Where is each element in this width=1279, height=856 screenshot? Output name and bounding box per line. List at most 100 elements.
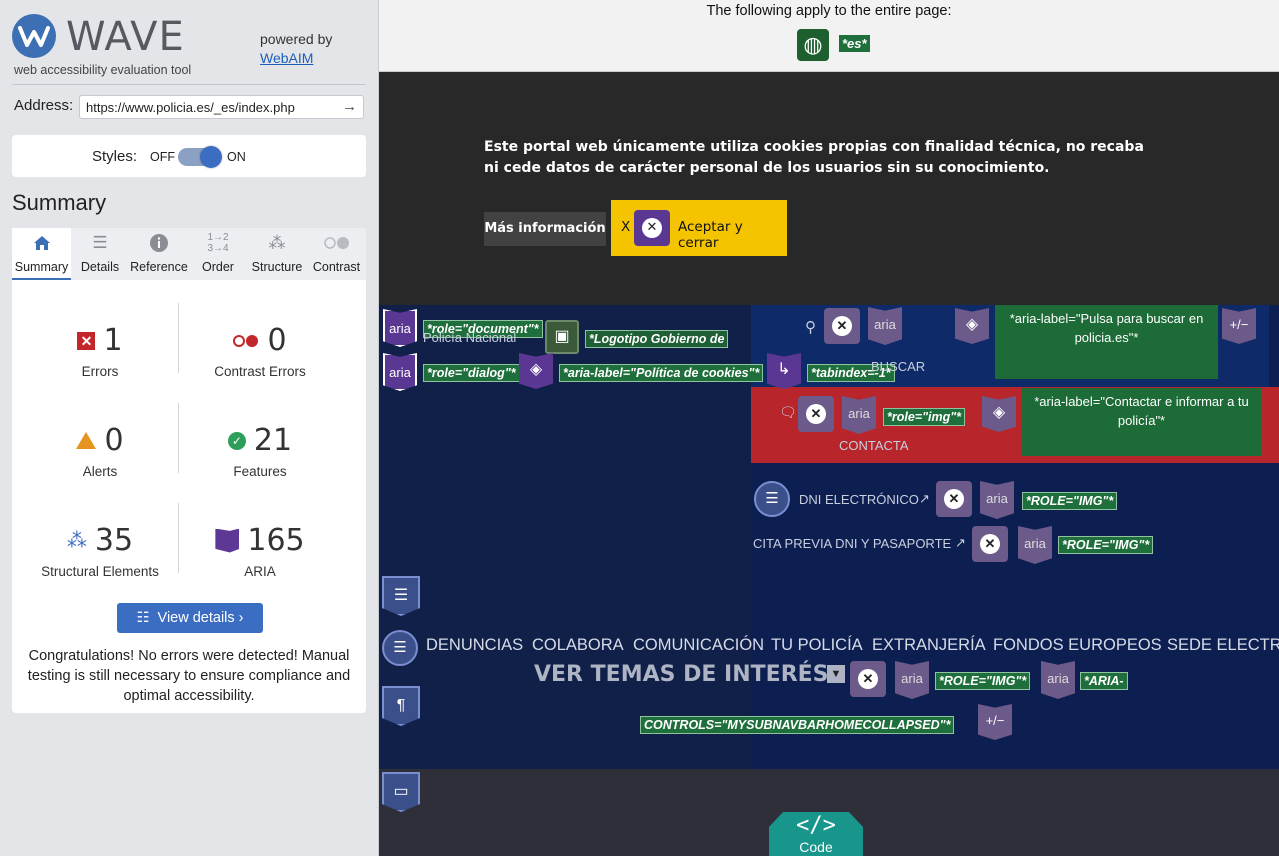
stat-structural[interactable]: ⁂ 35 Structural Elements	[20, 523, 180, 579]
contrast-errors-label: Contrast Errors	[214, 364, 306, 379]
image-icon[interactable]: ▣	[545, 320, 579, 354]
tab-reference[interactable]: Reference	[129, 228, 189, 280]
tabindex-arrow-icon[interactable]: ↳	[767, 353, 801, 389]
styles-label: Styles:	[92, 148, 138, 165]
address-label: Address:	[14, 97, 74, 114]
globe-icon[interactable]: ◍	[797, 29, 829, 61]
stat-aria[interactable]: 165 ARIA	[180, 523, 340, 579]
logo-alt-tag: *Logotipo Gobierno de	[585, 330, 729, 348]
code-toggle-button[interactable]: </> Code	[769, 812, 863, 856]
nav-tu-policia[interactable]: TU POLICÍA	[771, 636, 863, 655]
nav-denuncias[interactable]: DENUNCIAS	[426, 636, 523, 655]
aria-badge[interactable]: aria	[868, 307, 902, 345]
address-value: https://www.policia.es/_es/index.php	[86, 100, 295, 115]
contrast-errors-count: 0	[267, 323, 287, 358]
tab-contrast-label: Contrast	[312, 260, 361, 274]
role-img-upper-tag: *ROLE="IMG"*	[1058, 536, 1154, 554]
aria-controls-tag-1: *ARIA-	[1080, 672, 1128, 690]
powered-by-text: powered by	[260, 31, 333, 47]
search-icon[interactable]: ⚲	[805, 318, 816, 336]
expand-collapse-icon[interactable]: +/−	[1222, 308, 1256, 344]
toggle-knob	[200, 146, 222, 168]
features-count: 21	[253, 423, 293, 458]
cookie-banner: Este portal web únicamente utiliza cooki…	[379, 72, 1279, 305]
aria-controls-tag-2: CONTROLS="MYSUBNAVBARHOMECOLLAPSED"*	[640, 716, 955, 734]
aria-badge[interactable]: aria	[895, 661, 929, 699]
alert-icon	[76, 432, 97, 449]
tab-details[interactable]: ☰ Details	[71, 228, 129, 280]
order-icon: 1→2 3→4	[207, 232, 229, 254]
error-badge-icon[interactable]: ✕	[850, 661, 886, 697]
alerts-count: 0	[104, 423, 124, 458]
tab-bar: Summary ☰ Details Reference 1→2 3→4 Order…	[12, 228, 366, 280]
contrast-icon	[307, 228, 366, 258]
tag-icon[interactable]: ◈	[982, 396, 1016, 432]
aria-icon	[215, 528, 240, 553]
tab-contrast[interactable]: Contrast	[307, 228, 366, 280]
stat-errors[interactable]: ✕ 1 Errors	[20, 323, 180, 379]
list-icon[interactable]: ☰	[754, 481, 790, 517]
view-details-button[interactable]: ☷ View details ›	[117, 603, 263, 633]
feature-check-icon: ✓	[227, 431, 246, 450]
chevron-down-icon[interactable]: ▼	[827, 665, 845, 683]
address-input[interactable]: https://www.policia.es/_es/index.php →	[79, 95, 364, 119]
aceptar-cerrar-button[interactable]: X ✕ Aceptar y cerrar	[611, 200, 787, 256]
mas-informacion-button[interactable]: Más información	[484, 212, 606, 246]
error-badge-icon[interactable]: ✕	[936, 481, 972, 517]
cita-previa-link[interactable]: CITA PREVIA DNI Y PASAPORTE	[753, 536, 951, 551]
aria-badge[interactable]: aria	[980, 481, 1014, 519]
tag-icon[interactable]: ◈	[955, 308, 989, 344]
error-badge-icon[interactable]: ✕	[824, 308, 860, 344]
error-badge-icon[interactable]: ✕	[972, 526, 1008, 562]
aria-badge[interactable]: aria	[1041, 661, 1075, 699]
styles-toggle[interactable]	[178, 146, 222, 168]
stat-features[interactable]: ✓ 21 Features	[180, 423, 340, 479]
error-empty-button-icon[interactable]: ✕	[634, 210, 670, 246]
role-img-upper-tag: *ROLE="IMG"*	[935, 672, 1031, 690]
styles-off-label: OFF	[150, 150, 175, 164]
tab-order[interactable]: 1→2 3→4 Order	[189, 228, 247, 280]
aria-badge[interactable]: aria	[383, 309, 417, 347]
structural-icon: ⁂	[66, 530, 87, 552]
divider	[12, 84, 366, 85]
tab-summary[interactable]: Summary	[12, 228, 71, 280]
nav-fondos-europeos[interactable]: FONDOS EUROPEOS	[993, 636, 1162, 655]
home-icon	[12, 228, 71, 258]
aria-count: 165	[247, 523, 305, 558]
tag-icon[interactable]: ◈	[519, 353, 553, 389]
nav-colabora[interactable]: COLABORA	[532, 636, 624, 655]
aria-badge[interactable]: aria	[383, 353, 417, 391]
webaim-link[interactable]: WebAIM	[260, 49, 332, 68]
structure-icon: ⁂	[268, 233, 286, 252]
contrast-error-icon	[233, 334, 259, 347]
features-label: Features	[233, 464, 287, 479]
arrow-right-icon[interactable]: →	[342, 98, 357, 115]
summary-panel: Summary ☰ Details Reference 1→2 3→4 Order…	[12, 228, 366, 713]
aceptar-label: Aceptar y cerrar	[678, 219, 743, 251]
nav-sede-electronica[interactable]: SEDE ELECTRO	[1167, 636, 1279, 655]
aria-badge[interactable]: aria	[842, 396, 876, 434]
nav-structure-icon[interactable]: ☰	[382, 576, 420, 616]
list-icon[interactable]: ☰	[382, 630, 418, 666]
footer-structure-icon[interactable]: ▭	[382, 772, 420, 812]
nav-extranjeria[interactable]: EXTRANJERÍA	[872, 636, 986, 655]
aria-badge[interactable]: aria	[1018, 526, 1052, 564]
aria-label-contactar-box: *aria-label="Contactar e informar a tu p…	[1022, 388, 1261, 456]
powered-by: powered by WebAIM	[260, 30, 332, 68]
stat-alerts[interactable]: 0 Alerts	[20, 423, 180, 479]
info-icon	[129, 228, 189, 258]
nav-comunicacion[interactable]: COMUNICACIÓN	[633, 636, 764, 655]
expand-collapse-icon[interactable]: +/−	[978, 704, 1012, 740]
dni-link[interactable]: DNI ELECTRÓNICO	[799, 492, 919, 507]
stat-contrast-errors[interactable]: 0 Contrast Errors	[180, 323, 340, 379]
tab-structure[interactable]: ⁂ Structure	[247, 228, 307, 280]
cookie-text: Este portal web únicamente utiliza cooki…	[484, 139, 1144, 176]
role-dialog-tag: *role="dialog"*	[423, 364, 520, 382]
tab-details-label: Details	[80, 260, 120, 274]
error-badge-icon[interactable]: ✕	[798, 396, 834, 432]
view-details-label: View details ›	[157, 610, 244, 626]
aria-label: ARIA	[244, 564, 276, 579]
ver-temas-heading[interactable]: VER TEMAS DE INTERÉS	[534, 662, 829, 687]
external-link-icon: ↗	[919, 491, 930, 506]
form-structure-icon[interactable]: ¶	[382, 686, 420, 726]
